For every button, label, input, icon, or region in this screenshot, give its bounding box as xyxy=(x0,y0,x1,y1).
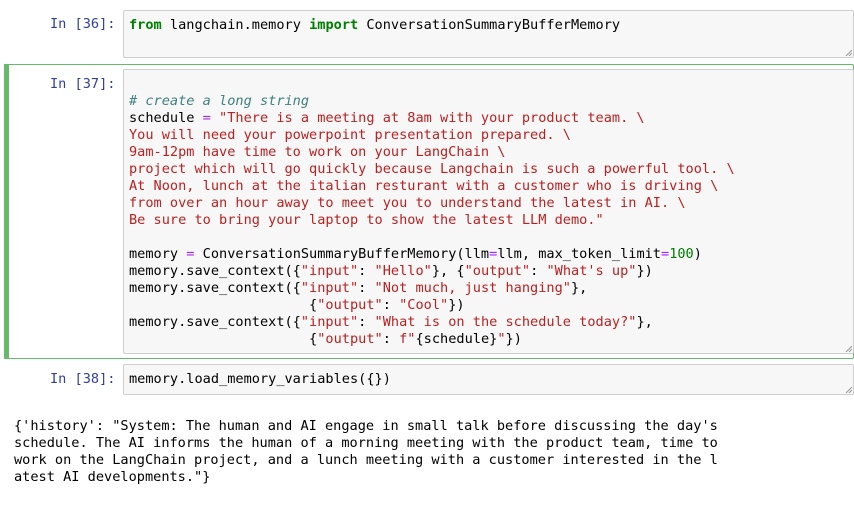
code-text: memory.save_context({ xyxy=(129,263,301,279)
code-text: ConversationSummaryBufferMemory(llm xyxy=(194,246,490,262)
code-text: : xyxy=(382,297,400,313)
code-editor[interactable]: # create a long string schedule = "There … xyxy=(123,69,854,354)
cell-output: {'history': "System: The human and AI en… xyxy=(14,401,718,520)
cell-prompt: In [38]: xyxy=(50,371,116,387)
code-text: }) xyxy=(505,331,522,347)
code-line: memory.save_context({"input": "What is o… xyxy=(129,314,735,331)
number-literal: 100 xyxy=(669,246,694,262)
code-text: { xyxy=(129,331,318,347)
string-literal: from over an hour away to meet you to un… xyxy=(129,195,686,211)
code-text: { xyxy=(129,297,318,313)
code-text: }, xyxy=(636,314,653,330)
string-literal: "What is on the schedule today?" xyxy=(374,314,637,330)
cell-selection-bar xyxy=(4,64,9,359)
code-line: memory = ConversationSummaryBufferMemory… xyxy=(129,246,735,263)
output-line: atest AI developments."} xyxy=(14,469,211,485)
code-line: memory.save_context({"input": "Hello"}, … xyxy=(129,263,735,280)
code-text: : xyxy=(358,263,375,279)
code-text: memory xyxy=(129,246,187,262)
code-text: llm, max_token_limit xyxy=(497,246,661,262)
code-line: memory.save_context({"input": "Not much,… xyxy=(129,280,735,297)
string-literal: Be sure to bring your laptop to show the… xyxy=(129,212,604,228)
code-text: : xyxy=(382,331,400,347)
code-text: memory.save_context({ xyxy=(129,280,301,296)
string-literal: "What's up" xyxy=(546,263,637,279)
string-literal: "input" xyxy=(300,280,359,296)
string-literal: "output" xyxy=(317,331,383,347)
code-text: }) xyxy=(448,297,465,313)
code-editor[interactable]: memory.load_memory_variables({}) xyxy=(123,364,854,395)
string-literal: You will need your powerpoint presentati… xyxy=(129,127,571,143)
output-line: schedule. The AI informs the human of a … xyxy=(14,435,718,451)
string-literal: At Noon, lunch at the italian resturant … xyxy=(129,178,719,194)
code-text: ConversationSummaryBufferMemory xyxy=(358,17,621,33)
code-comment: # create a long string xyxy=(129,93,310,109)
code-text: ) xyxy=(693,246,702,262)
code-line: schedule = "There is a meeting at 8am wi… xyxy=(129,110,735,127)
resize-grip-icon[interactable] xyxy=(844,48,852,56)
cell-prompt: In [37]: xyxy=(50,76,116,92)
code-editor[interactable]: from langchain.memory import Conversatio… xyxy=(123,10,854,58)
code-text: }) xyxy=(636,263,653,279)
code-text: {schedule} xyxy=(415,331,498,347)
code-line: {"output": "Cool"}) xyxy=(129,297,735,314)
code-line: {"output": f"{schedule}"}) xyxy=(129,331,735,348)
string-literal: "input" xyxy=(300,314,359,330)
resize-grip-icon[interactable] xyxy=(844,344,852,352)
keyword: from xyxy=(129,17,162,33)
output-line: {'history': "System: The human and AI en… xyxy=(14,418,718,434)
output-line: work on the LangChain project, and a lun… xyxy=(14,452,718,468)
cell-prompt: In [36]: xyxy=(50,16,116,32)
string-literal: "Hello" xyxy=(374,263,432,279)
operator: = xyxy=(661,246,670,262)
code-text: : xyxy=(358,314,375,330)
string-literal: "Cool" xyxy=(399,297,449,313)
keyword: import xyxy=(309,17,359,33)
string-literal: "Not much, just hanging" xyxy=(374,280,571,296)
string-literal: f" xyxy=(399,331,416,347)
resize-grip-icon[interactable] xyxy=(844,385,852,393)
code-line: from langchain.memory import Conversatio… xyxy=(129,17,620,34)
code-text: langchain.memory xyxy=(161,17,310,33)
string-literal: project which will go quickly because La… xyxy=(129,161,735,177)
code-text: : xyxy=(358,280,375,296)
code-cell-36[interactable]: In [36]: from langchain.memory import Co… xyxy=(0,0,854,60)
string-literal: " xyxy=(497,331,506,347)
code-text: }, { xyxy=(431,263,465,279)
code-text: }, xyxy=(570,280,588,296)
code-text: memory.save_context({ xyxy=(129,314,301,330)
string-literal: "output" xyxy=(317,297,383,313)
code-text: schedule xyxy=(129,110,203,126)
code-line: memory.load_memory_variables({}) xyxy=(129,371,391,387)
string-literal: "output" xyxy=(464,263,531,279)
code-text: : xyxy=(530,263,547,279)
string-literal: "input" xyxy=(300,263,359,279)
code-block: # create a long string schedule = "There … xyxy=(129,76,735,382)
string-literal: 9am-12pm have time to work on your LangC… xyxy=(129,144,506,160)
string-literal: "There is a meeting at 8am with your pro… xyxy=(210,110,645,126)
operator: = xyxy=(202,110,211,126)
